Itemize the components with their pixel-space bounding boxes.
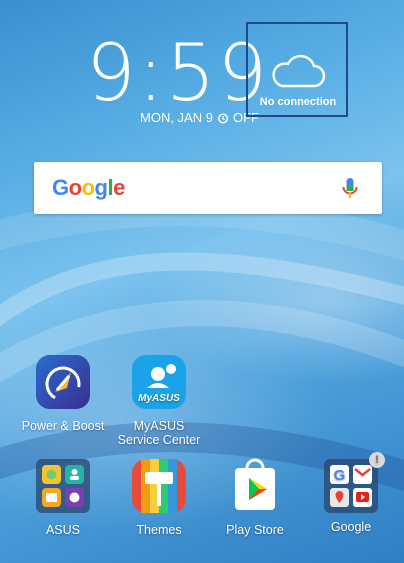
notification-badge: ! — [369, 452, 385, 468]
myasus-icon: MyASUS — [132, 355, 186, 409]
app-label: ASUS — [45, 523, 81, 537]
google-search-bar[interactable]: Google — [34, 162, 382, 214]
weather-status: No connection — [259, 96, 337, 108]
cloud-icon — [272, 54, 326, 88]
clock[interactable]: 9:59 — [86, 34, 267, 114]
mic-icon[interactable] — [340, 176, 360, 202]
app-label: MyASUS Service Center — [117, 419, 201, 447]
app-power-boost[interactable]: Power & Boost — [18, 354, 108, 433]
myasus-icon-text: MyASUS — [138, 393, 180, 404]
themes-icon — [132, 459, 186, 513]
google-folder: G ! — [323, 452, 385, 514]
asus-folder-icon — [36, 459, 90, 513]
clock-colon: : — [137, 29, 166, 119]
weather-widget[interactable]: No connection — [246, 22, 348, 117]
google-logo: Google — [52, 175, 125, 200]
dock-play-store[interactable]: Play Store — [210, 458, 300, 537]
dock-google-folder[interactable]: G ! Google — [306, 452, 396, 534]
clock-hour: 9 — [86, 29, 138, 119]
google-folder-icon: G — [324, 459, 378, 513]
alarm-clock-icon — [217, 112, 228, 124]
svg-text:G: G — [334, 467, 346, 484]
app-label: Themes — [136, 523, 182, 537]
power-boost-icon — [36, 355, 90, 409]
play-store-icon — [235, 458, 275, 510]
dock-asus-folder[interactable]: ASUS — [18, 458, 108, 537]
app-label: Play Store — [226, 523, 284, 537]
app-myasus[interactable]: MyASUS MyASUS Service Center — [114, 354, 204, 447]
date-text: MON, JAN 9 — [140, 110, 213, 125]
app-label: Power & Boost — [21, 419, 105, 433]
app-label: Google — [330, 520, 372, 534]
dock-themes[interactable]: Themes — [114, 458, 204, 537]
date-line: MON, JAN 9 OFF — [140, 110, 259, 125]
